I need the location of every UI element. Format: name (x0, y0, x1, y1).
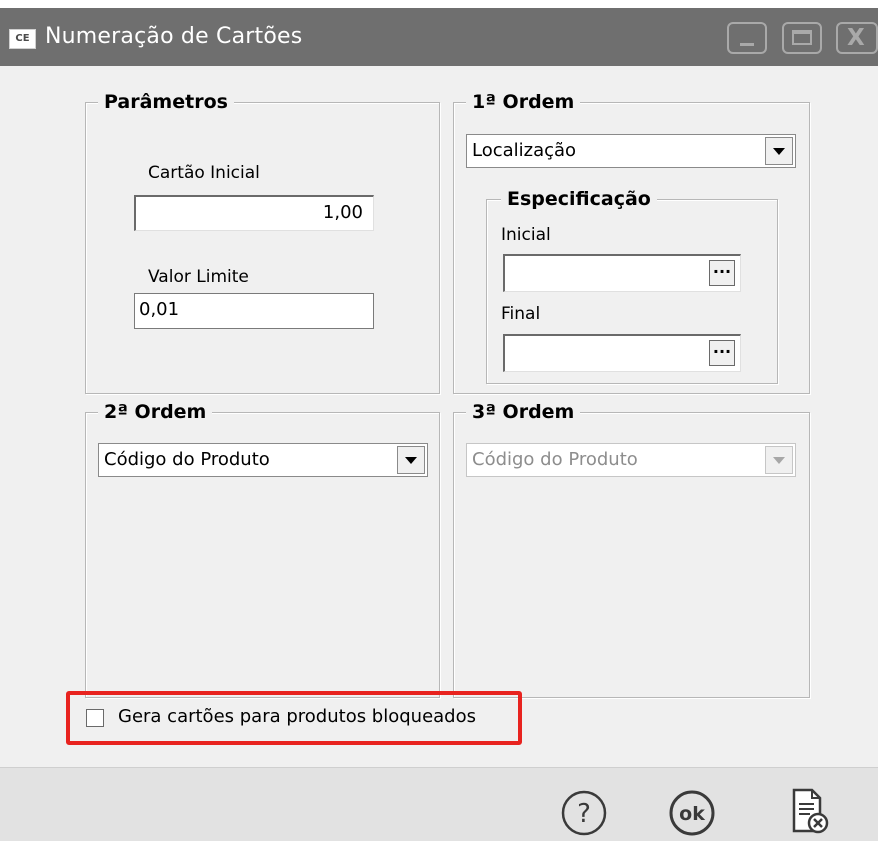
chevron-down-icon (765, 446, 793, 474)
panel-ordem-1: 1ª Ordem Localização Especificação Inici… (453, 89, 810, 394)
legend-ordem-3: 3ª Ordem (466, 399, 581, 425)
panel-especificacao: Especificação Inicial ... Final ... (486, 186, 778, 384)
ordem-3-selected-value: Código do Produto (472, 449, 638, 470)
close-icon: X (847, 25, 865, 51)
legend-ordem-2: 2ª Ordem (98, 399, 213, 425)
maximize-button[interactable] (782, 22, 822, 54)
close-button[interactable]: X (836, 22, 878, 54)
ordem-1-select[interactable]: Localização (466, 134, 796, 168)
title-bar[interactable]: CE Numeração de Cartões X (0, 8, 878, 66)
document-cancel-icon[interactable] (790, 787, 830, 837)
chevron-down-icon[interactable] (397, 446, 425, 474)
ordem-1-selected-value: Localização (472, 140, 577, 161)
panel-ordem-2: 2ª Ordem Código do Produto (85, 399, 440, 698)
valor-limite-input[interactable]: 0,01 (134, 293, 374, 329)
maximize-icon (792, 30, 812, 45)
final-input[interactable] (503, 334, 741, 372)
panel-parametros: Parâmetros Cartão Inicial 1,00 Valor Lim… (85, 89, 440, 394)
minimize-icon (740, 43, 754, 46)
bloqueados-checkbox-label[interactable]: Gera cartões para produtos bloqueados (118, 705, 476, 729)
label-valor-limite: Valor Limite (148, 267, 249, 287)
final-lookup-button[interactable]: ... (709, 340, 735, 366)
ordem-3-select: Código do Produto (466, 443, 796, 477)
bloqueados-checkbox[interactable] (86, 709, 104, 727)
minimize-button[interactable] (727, 22, 767, 54)
legend-parametros: Parâmetros (98, 89, 234, 115)
help-circle-icon[interactable]: ? (560, 789, 608, 837)
legend-ordem-1: 1ª Ordem (466, 89, 581, 115)
ordem-2-select[interactable]: Código do Produto (98, 443, 428, 477)
inicial-input[interactable] (503, 254, 741, 292)
bloqueados-checkbox-highlight: Gera cartões para produtos bloqueados (66, 691, 522, 745)
window-title: Numeração de Cartões (45, 24, 303, 49)
svg-text:?: ? (577, 799, 591, 829)
dialog-window: CE Numeração de Cartões X Parâmetros Car… (0, 8, 878, 841)
label-cartao-inicial: Cartão Inicial (148, 163, 260, 183)
ordem-2-selected-value: Código do Produto (104, 449, 270, 470)
ok-button[interactable]: ok (668, 789, 716, 837)
label-inicial: Inicial (501, 225, 551, 245)
button-bar: ? ok (0, 767, 878, 841)
panel-ordem-3: 3ª Ordem Código do Produto (453, 399, 810, 698)
legend-especificacao: Especificação (501, 186, 657, 212)
cartao-inicial-input[interactable]: 1,00 (134, 195, 374, 231)
app-icon: CE (9, 29, 36, 49)
label-final: Final (501, 304, 541, 324)
chevron-down-icon[interactable] (765, 137, 793, 165)
inicial-lookup-button[interactable]: ... (709, 260, 735, 286)
ok-button-label: ok (679, 803, 705, 825)
